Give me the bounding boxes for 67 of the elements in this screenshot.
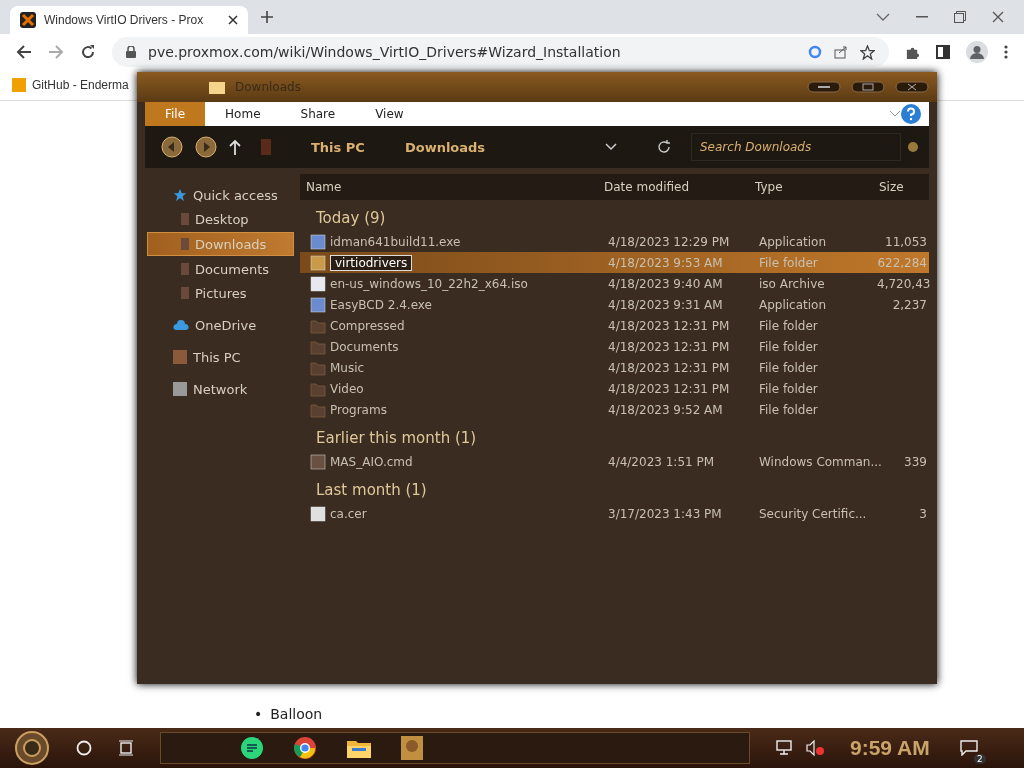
- ribbon-tab[interactable]: File: [145, 102, 206, 126]
- nav-item[interactable]: Documents: [137, 258, 294, 280]
- maximize-icon[interactable]: [851, 81, 885, 93]
- help-icon[interactable]: [901, 104, 921, 124]
- bullet-marker: •: [254, 706, 263, 722]
- menu-icon[interactable]: [1004, 45, 1008, 59]
- forward-icon[interactable]: [195, 136, 217, 158]
- file-row[interactable]: Documents 4/18/2023 12:31 PM File folder: [300, 336, 929, 357]
- ribbon-tab[interactable]: Home: [205, 102, 281, 126]
- search-field[interactable]: Search Downloads: [691, 133, 901, 161]
- minimize-icon[interactable]: [807, 81, 841, 93]
- ribbon-tab[interactable]: View: [355, 102, 424, 126]
- browser-tab[interactable]: Windows VirtIO Drivers - Prox: [10, 6, 248, 34]
- file-row[interactable]: virtiodrivers 4/18/2023 9:53 AM File folder 622,284: [300, 252, 929, 273]
- tab-title: Windows VirtIO Drivers - Prox: [44, 13, 205, 27]
- window-title: Downloads: [235, 80, 301, 94]
- sidebar-icon[interactable]: [936, 45, 950, 59]
- restore-icon[interactable]: [954, 11, 966, 23]
- favicon-icon: [12, 78, 26, 92]
- group-header[interactable]: Earlier this month (1): [300, 424, 929, 451]
- cloud-icon: [173, 319, 189, 331]
- lock-icon: [126, 46, 136, 58]
- reload-icon[interactable]: [80, 44, 96, 60]
- new-tab-icon[interactable]: [260, 10, 274, 24]
- clock-time[interactable]: 9:59 AM: [850, 736, 930, 760]
- address-field[interactable]: pve.proxmox.com/wiki/Windows_VirtIO_Drivers#Wizard_Installation: [112, 37, 889, 67]
- file-row[interactable]: Programs 4/18/2023 9:52 AM File folder: [300, 399, 929, 420]
- nav-item[interactable]: Pictures: [137, 282, 294, 304]
- muted-speaker-icon[interactable]: [806, 740, 824, 756]
- file-row[interactable]: ca.cer 3/17/2023 1:43 PM Security Certific... 3: [300, 503, 929, 524]
- up-arrow-icon[interactable]: [229, 139, 241, 155]
- avatar-icon[interactable]: [966, 41, 988, 63]
- nav-item[interactable]: This PC: [137, 346, 294, 368]
- chrome-icon[interactable]: [293, 736, 317, 760]
- group-header[interactable]: Last month (1): [300, 476, 929, 503]
- list-item: Balloon: [270, 706, 323, 722]
- file-row[interactable]: Compressed 4/18/2023 12:31 PM File folder: [300, 315, 929, 336]
- nav-item[interactable]: Quick access: [137, 184, 294, 206]
- file-row[interactable]: idman641build11.exe 4/18/2023 12:29 PM Application 11,053: [300, 231, 929, 252]
- close-icon[interactable]: [228, 15, 238, 25]
- column-header[interactable]: Date modified: [598, 180, 749, 194]
- file-row[interactable]: EasyBCD 2.4.exe 4/18/2023 9:31 AM Application 2,237: [300, 294, 929, 315]
- star-icon: [173, 188, 187, 202]
- group-header[interactable]: Today (9): [300, 204, 929, 231]
- refresh-icon[interactable]: [657, 140, 671, 154]
- app-logo-icon: [20, 12, 36, 28]
- close-icon[interactable]: [992, 11, 1004, 23]
- bookmark-link[interactable]: GitHub - Enderma: [12, 78, 129, 92]
- file-row[interactable]: Video 4/18/2023 12:31 PM File folder: [300, 378, 929, 399]
- back-icon[interactable]: [16, 44, 32, 60]
- notes-app-icon[interactable]: [241, 737, 263, 759]
- file-row[interactable]: MAS_AIO.cmd 4/4/2023 1:51 PM Windows Comman... 339: [300, 451, 929, 472]
- file-row[interactable]: Music 4/18/2023 12:31 PM File folder: [300, 357, 929, 378]
- column-header[interactable]: Name: [300, 180, 598, 194]
- back-icon[interactable]: [161, 136, 183, 158]
- column-header[interactable]: Size: [873, 180, 929, 194]
- star-icon[interactable]: [860, 44, 875, 60]
- nav-item[interactable]: Desktop: [137, 208, 294, 230]
- ribbon-tab[interactable]: Share: [280, 102, 356, 126]
- address-bar[interactable]: This PC Downloads: [253, 133, 679, 161]
- nav-item[interactable]: OneDrive: [137, 314, 294, 336]
- message-icon: [959, 740, 978, 756]
- file-row[interactable]: en-us_windows_10_22h2_x64.iso 4/18/2023 9:40 AM iso Archive 4,720,43: [300, 273, 929, 294]
- nav-item[interactable]: Network: [137, 378, 294, 400]
- column-header[interactable]: Type: [749, 180, 873, 194]
- task-view-icon[interactable]: [118, 740, 134, 756]
- share-icon[interactable]: [834, 45, 848, 59]
